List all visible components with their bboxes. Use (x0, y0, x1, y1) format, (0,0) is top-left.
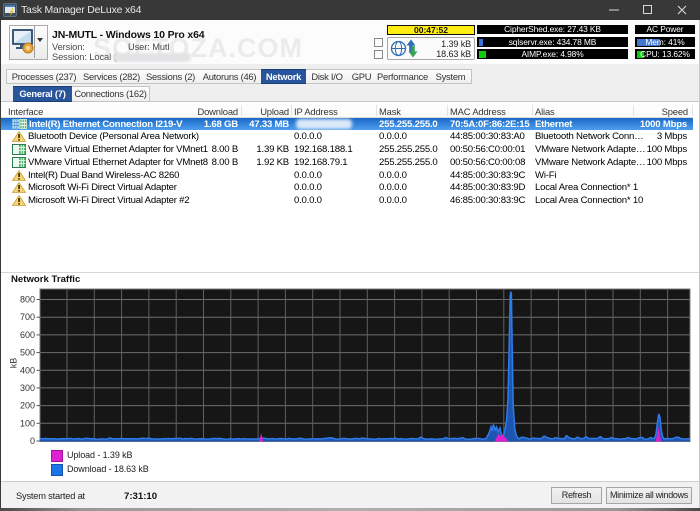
svg-text:200: 200 (20, 401, 35, 411)
svg-text:500: 500 (20, 348, 35, 358)
svg-text:600: 600 (20, 330, 35, 340)
svg-text:300: 300 (20, 383, 35, 393)
svg-text:800: 800 (20, 295, 35, 305)
svg-text:700: 700 (20, 312, 35, 322)
svg-text:100: 100 (20, 418, 35, 428)
svg-text:400: 400 (20, 365, 35, 375)
svg-text:0: 0 (30, 436, 35, 446)
